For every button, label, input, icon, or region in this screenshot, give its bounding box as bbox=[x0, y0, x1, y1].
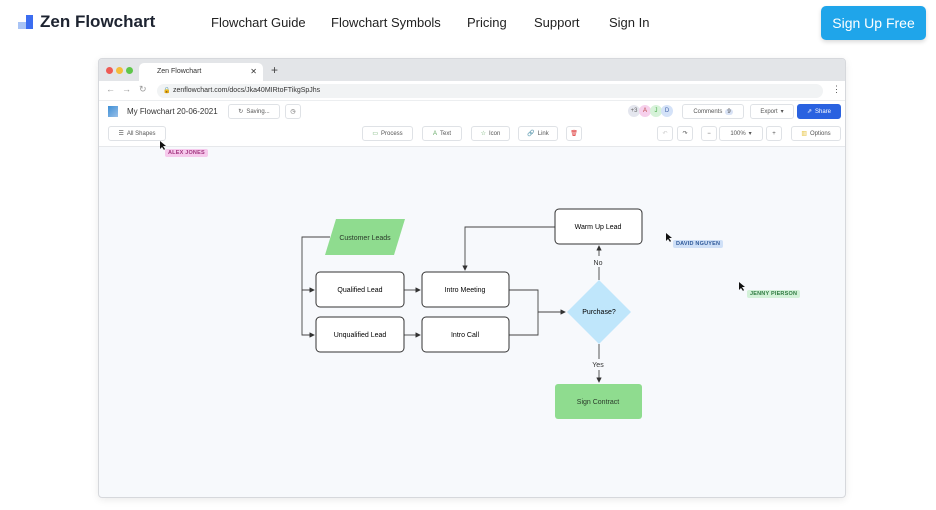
cursor-label-alex: ALEX JONES bbox=[165, 149, 208, 157]
svg-text:Unqualified Lead: Unqualified Lead bbox=[334, 332, 387, 339]
cursor-icon bbox=[666, 233, 672, 242]
cursor-label-david: DAVID NGUYEN bbox=[673, 240, 724, 248]
node-intro-call[interactable]: Intro Call bbox=[421, 316, 510, 353]
node-intro-meeting[interactable]: Intro Meeting bbox=[421, 271, 510, 308]
svg-text:Intro Meeting: Intro Meeting bbox=[445, 287, 486, 294]
edge-customer-to-unqualified bbox=[301, 290, 315, 338]
node-qualified-lead[interactable]: Qualified Lead bbox=[315, 271, 405, 308]
edge-meeting-to-purchase bbox=[509, 289, 566, 315]
node-warm-up-lead[interactable]: Warm Up Lead bbox=[554, 208, 643, 245]
edge-warmup-to-meeting bbox=[462, 226, 555, 271]
svg-text:Qualified Lead: Qualified Lead bbox=[337, 287, 382, 294]
node-purchase-decision[interactable]: Purchase? bbox=[567, 280, 631, 344]
node-sign-contract[interactable]: Sign Contract bbox=[555, 384, 642, 419]
flowchart-canvas[interactable]: No Yes Customer Leads Qualified Lead Unq… bbox=[0, 0, 936, 510]
edge-call-to-purchase bbox=[509, 312, 539, 336]
svg-text:Purchase?: Purchase? bbox=[582, 309, 616, 316]
svg-text:Customer Leads: Customer Leads bbox=[339, 235, 391, 242]
node-customer-leads[interactable]: Customer Leads bbox=[325, 219, 405, 255]
svg-text:Warm Up Lead: Warm Up Lead bbox=[575, 224, 622, 231]
svg-text:Intro Call: Intro Call bbox=[451, 332, 479, 339]
cursor-icon bbox=[739, 282, 745, 291]
edge-label-no: No bbox=[594, 260, 603, 267]
edge-label-yes: Yes bbox=[592, 362, 604, 369]
node-unqualified-lead[interactable]: Unqualified Lead bbox=[315, 316, 405, 353]
svg-text:Sign Contract: Sign Contract bbox=[577, 399, 619, 406]
cursor-label-jenny: JENNY PIERSON bbox=[747, 290, 801, 298]
